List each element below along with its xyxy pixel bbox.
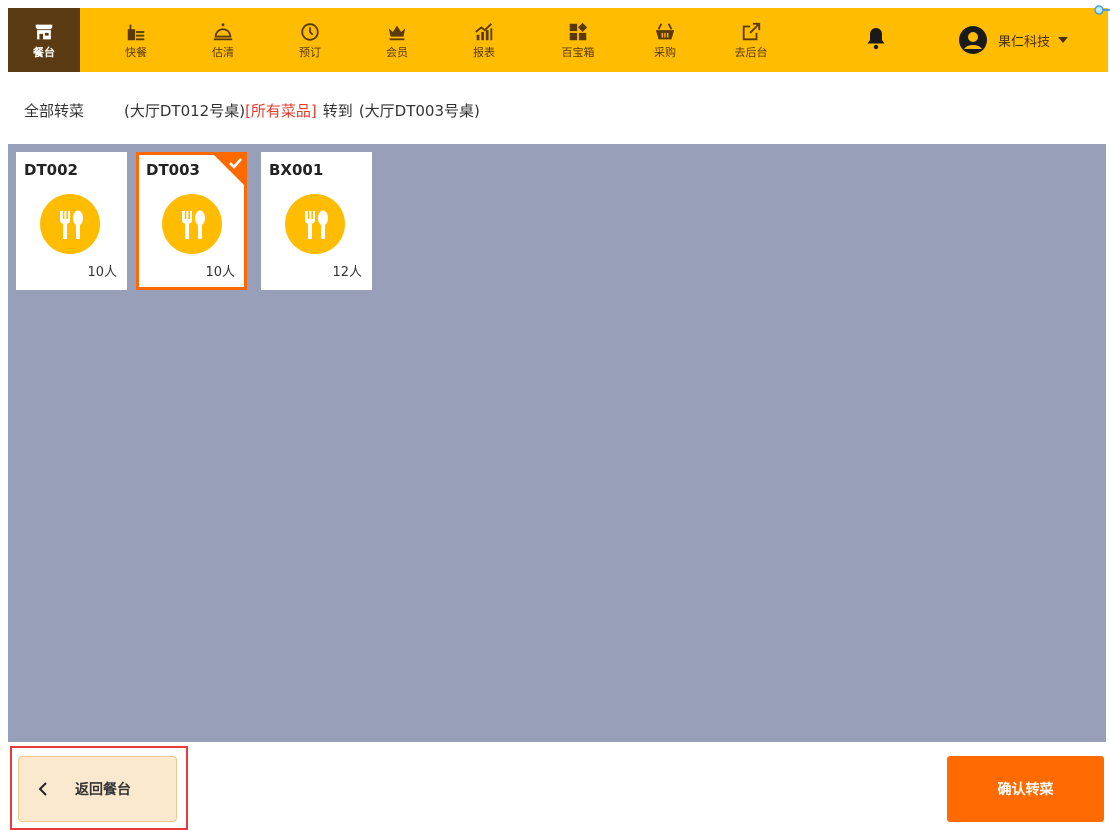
chart-icon (473, 21, 495, 43)
chevron-left-icon (38, 782, 47, 796)
grid-icon (567, 21, 589, 43)
nav-label: 百宝箱 (561, 46, 595, 59)
nav-item-dining-table[interactable]: 餐台 (8, 8, 80, 72)
selected-check-icon (214, 155, 244, 185)
nav-label: 报表 (473, 46, 495, 59)
source-table: (大厅DT012号桌) (124, 101, 246, 120)
nav-label: 快餐 (125, 46, 147, 59)
table-grid: DT002 10人 DT003 10人 BX001 12人 (8, 144, 1106, 742)
user-avatar-icon (958, 25, 988, 55)
transfer-info: 全部转菜 (大厅DT012号桌) [所有菜品] 转到 (大厅DT003号桌) (24, 98, 480, 122)
table-name: DT002 (24, 161, 78, 179)
transfer-to-label: 转到 (322, 101, 353, 120)
nav-item-purchase[interactable]: 采购 (629, 8, 701, 72)
utensils-icon (162, 194, 222, 254)
top-nav-bar: 餐台 快餐 估清 预订 会员 报表 百宝箱 采购 去后台 果仁科技 (8, 8, 1108, 72)
confirm-button-label: 确认转菜 (997, 782, 1054, 798)
target-table: (大厅DT003号桌) (358, 101, 480, 120)
fast-food-icon (125, 21, 147, 43)
table-card[interactable]: DT003 10人 (136, 152, 247, 290)
nav-item-toolbox[interactable]: 百宝箱 (542, 8, 614, 72)
confirm-transfer-button[interactable]: 确认转菜 (947, 756, 1104, 822)
chevron-down-icon (1058, 37, 1069, 43)
back-button-label: 返回餐台 (75, 782, 131, 798)
utensils-icon (285, 194, 345, 254)
user-menu[interactable]: 果仁科技 (958, 20, 1069, 60)
nav-label: 预订 (299, 46, 321, 59)
user-name: 果仁科技 (998, 34, 1051, 50)
transfer-items: [所有菜品] (245, 101, 317, 120)
cloche-icon (212, 21, 234, 43)
store-icon (33, 21, 55, 43)
table-capacity: 10人 (205, 265, 235, 280)
nav-label: 餐台 (33, 46, 55, 59)
nav-label: 估清 (212, 46, 234, 59)
table-card[interactable]: BX001 12人 (261, 152, 372, 290)
crown-icon (386, 21, 408, 43)
transfer-mode-label: 全部转菜 (24, 101, 85, 120)
basket-icon (654, 21, 676, 43)
table-capacity: 10人 (87, 265, 117, 280)
table-card[interactable]: DT002 10人 (16, 152, 127, 290)
nav-item-fast-food[interactable]: 快餐 (100, 8, 172, 72)
nav-item-backend[interactable]: 去后台 (715, 8, 787, 72)
nav-item-reservation[interactable]: 预订 (274, 8, 346, 72)
table-name: DT003 (146, 161, 200, 179)
nav-label: 去后台 (734, 46, 768, 59)
nav-item-report[interactable]: 报表 (448, 8, 520, 72)
back-to-tables-button[interactable]: 返回餐台 (18, 756, 177, 822)
external-link-icon (740, 21, 762, 43)
table-capacity: 12人 (332, 265, 362, 280)
connection-status-icon (1094, 5, 1110, 15)
nav-label: 采购 (654, 46, 676, 59)
utensils-icon (40, 194, 100, 254)
bell-icon (865, 26, 887, 54)
nav-item-sold-out[interactable]: 估清 (187, 8, 259, 72)
clock-icon (299, 21, 321, 43)
nav-label: 会员 (386, 46, 408, 59)
table-name: BX001 (269, 161, 324, 179)
nav-item-member[interactable]: 会员 (361, 8, 433, 72)
notification-button[interactable] (860, 24, 892, 56)
